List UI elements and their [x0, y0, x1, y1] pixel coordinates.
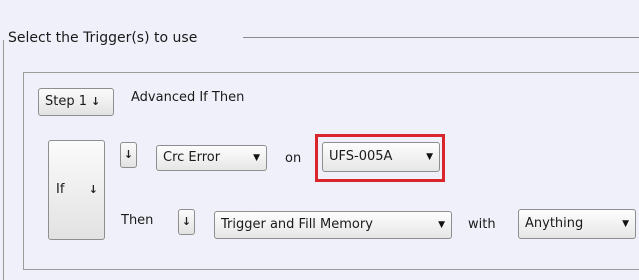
dropdown-arrow-icon: ▼	[253, 153, 260, 163]
dropdown-arrow-icon: ▼	[438, 220, 445, 230]
device-highlight-box	[315, 134, 445, 182]
event-value: Crc Error	[163, 150, 221, 165]
match-value: Anything	[525, 216, 584, 231]
dropdown-arrow-icon: ▼	[622, 219, 629, 229]
on-label: on	[285, 151, 302, 166]
double-chevron-down-icon: ↓	[123, 148, 134, 161]
if-block-button[interactable]: If ↓	[48, 140, 105, 240]
double-chevron-down-icon: ↓	[91, 95, 101, 108]
with-label: with	[468, 217, 496, 232]
double-chevron-down-icon: ↓	[88, 183, 98, 196]
if-label: If	[56, 182, 65, 197]
step-label: Step 1	[45, 94, 88, 109]
group-border-top	[243, 37, 639, 38]
if-condition-expand-button[interactable]: ↓	[120, 142, 137, 168]
action-value: Trigger and Fill Memory	[221, 217, 373, 232]
group-title: Select the Trigger(s) to use	[8, 30, 198, 46]
then-label: Then	[121, 213, 154, 228]
group-border-left	[3, 40, 4, 280]
action-dropdown[interactable]: Trigger and Fill Memory ▼	[214, 211, 452, 239]
match-dropdown[interactable]: Anything ▼	[518, 209, 636, 239]
step-dropdown-button[interactable]: Step 1 ↓	[38, 88, 114, 116]
then-action-expand-button[interactable]: ↓	[178, 209, 195, 235]
double-chevron-down-icon: ↓	[181, 215, 192, 228]
event-dropdown[interactable]: Crc Error ▼	[156, 145, 267, 171]
step-description: Advanced If Then	[131, 90, 245, 105]
